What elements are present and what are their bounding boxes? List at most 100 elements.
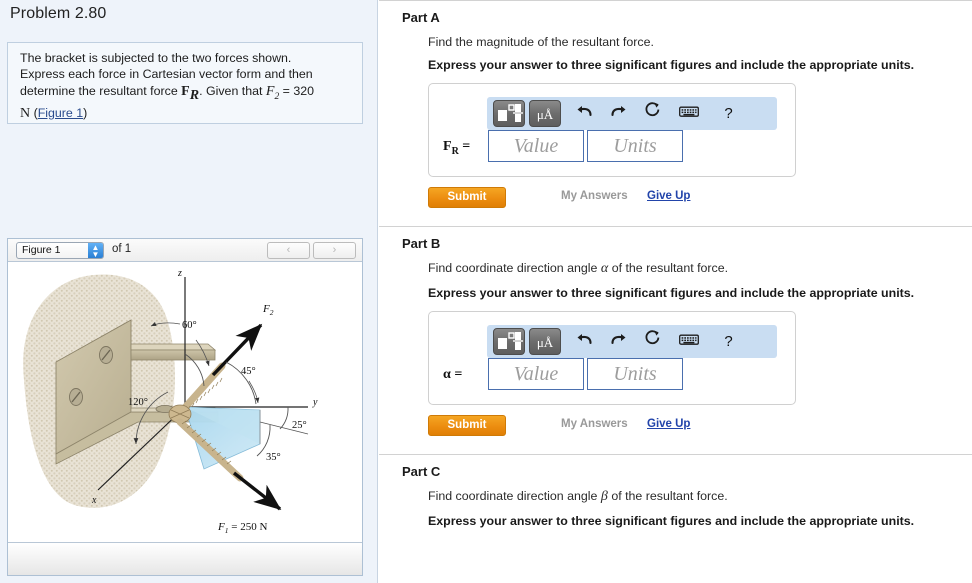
- symbol-F2: F2: [265, 83, 280, 102]
- keyboard-glyph: [678, 106, 699, 117]
- part-b-submit-button[interactable]: Submit: [428, 415, 506, 436]
- reset-icon[interactable]: [639, 100, 666, 127]
- part-b-symbol: α: [443, 367, 451, 382]
- undo-glyph: [577, 106, 592, 117]
- statement-line-2: Express each force in Cartesian vector f…: [20, 67, 313, 82]
- undo-icon[interactable]: [571, 100, 598, 127]
- force-F1-label: F1 = 250 N: [217, 521, 267, 535]
- part-a-value-input[interactable]: Value: [488, 130, 584, 162]
- symbol-FR: FR: [181, 83, 200, 103]
- part-b-heading: Part B: [402, 236, 441, 251]
- redo-icon[interactable]: [605, 328, 632, 355]
- part-b-instruction: Express your answer to three significant…: [428, 286, 915, 300]
- force-F2-label: F2: [262, 303, 274, 317]
- part-a-question: Find the magnitude of the resultant forc…: [379, 25, 972, 49]
- keyboard-icon[interactable]: [675, 328, 702, 355]
- part-a-block: Part A Find the magnitude of the resulta…: [379, 0, 972, 209]
- axis-y-label: y: [312, 397, 318, 408]
- part-a-give-up-link[interactable]: Give Up: [647, 190, 690, 202]
- bracket-force-diagram: z y x F2 F1 = 250 N 60° 45° 120° 25° 35°: [23, 268, 318, 535]
- part-b-my-answers-link[interactable]: My Answers: [561, 418, 628, 430]
- part-a-heading: Part A: [402, 10, 440, 25]
- math-template-icon[interactable]: [493, 328, 525, 355]
- redo-glyph: [611, 106, 626, 117]
- reset-icon[interactable]: [639, 328, 666, 355]
- part-a-answer-card: μÅ ? FR = Value Units: [428, 83, 796, 177]
- part-c-question-symbol: β: [600, 489, 608, 504]
- part-b-block: Part B Find coordinate direction angle α…: [379, 226, 972, 437]
- template-glyph: [498, 104, 523, 122]
- math-template-icon[interactable]: [493, 100, 525, 127]
- screw-icon-upper: [99, 346, 113, 364]
- page-title: Problem 2.80: [10, 5, 107, 22]
- units-icon-label: μÅ: [536, 107, 554, 122]
- part-c-heading: Part C: [402, 464, 441, 479]
- figure-next-button[interactable]: ›: [313, 242, 356, 259]
- part-b-answer-label: α =: [443, 367, 462, 385]
- units-icon[interactable]: μÅ: [529, 100, 561, 127]
- part-c-block: Part C Find coordinate direction angle β…: [379, 454, 972, 528]
- part-c-question-pre: Find coordinate direction angle: [428, 489, 601, 503]
- figure-footer-bar: [8, 542, 362, 575]
- screw-icon-lower: [69, 388, 83, 406]
- part-b-give-up-link[interactable]: Give Up: [647, 418, 690, 430]
- angle-60-label: 60°: [182, 320, 197, 331]
- paren-close: ): [83, 105, 88, 120]
- part-b-value-input[interactable]: Value: [488, 358, 584, 390]
- part-a-submit-button[interactable]: Submit: [428, 187, 506, 208]
- reset-glyph: [645, 102, 660, 117]
- chevron-updown-icon: ▲ ▼: [88, 243, 103, 259]
- figure-count-label: of 1: [112, 243, 132, 255]
- part-b-equals: =: [450, 367, 463, 382]
- angle-120-label: 120°: [128, 397, 148, 408]
- help-icon[interactable]: ?: [715, 328, 742, 355]
- figure-prev-button[interactable]: ‹: [267, 242, 310, 259]
- part-b-question-pre: Find coordinate direction angle: [428, 261, 601, 275]
- figure-1-link[interactable]: Figure 1: [38, 106, 83, 120]
- redo-glyph: [611, 334, 626, 345]
- angle-45-label: 45°: [241, 366, 256, 377]
- keyboard-icon[interactable]: [675, 100, 702, 127]
- part-a-answer-toolbar: μÅ ?: [487, 97, 777, 130]
- figure-toolbar: Figure 1 ▲ ▼ of 1 ‹ ›: [8, 239, 362, 262]
- part-c-question: Find coordinate direction angle β of the…: [379, 479, 972, 505]
- part-b-answer-card: μÅ ? α = Value Units: [428, 311, 796, 405]
- angle-25-label: 25°: [292, 420, 307, 431]
- part-b-answer-toolbar: μÅ ?: [487, 325, 777, 358]
- figure-select[interactable]: Figure 1 ▲ ▼: [16, 242, 104, 259]
- part-c-instruction: Express your answer to three significant…: [428, 514, 915, 528]
- undo-icon[interactable]: [571, 328, 598, 355]
- axis-x-label: x: [91, 495, 97, 506]
- statement-line-1: The bracket is subjected to the two forc…: [20, 51, 292, 65]
- keyboard-glyph: [678, 334, 699, 345]
- axis-z-label: z: [177, 268, 182, 279]
- figure-select-value: Figure 1: [22, 244, 61, 256]
- problem-statement-box: The bracket is subjected to the two forc…: [7, 42, 363, 124]
- part-a-instruction: Express your answer to three significant…: [428, 58, 915, 72]
- units-icon[interactable]: μÅ: [529, 328, 561, 355]
- part-c-question-post: of the resultant force.: [607, 489, 728, 503]
- statement-line-3b: . Given that: [199, 83, 266, 98]
- redo-icon[interactable]: [605, 100, 632, 127]
- part-b-units-input[interactable]: Units: [587, 358, 683, 390]
- figure-viewer: Figure 1 ▲ ▼ of 1 ‹ › z y x F2 F1 = 250 …: [7, 238, 363, 576]
- statement-units-N: N: [20, 105, 31, 121]
- help-icon[interactable]: ?: [715, 100, 742, 127]
- reset-glyph: [645, 330, 660, 345]
- undo-glyph: [577, 334, 592, 345]
- problem-panel: Problem 2.80 The bracket is subjected to…: [0, 0, 378, 583]
- figure-image: z y x F2 F1 = 250 N 60° 45° 120° 25° 35°: [8, 262, 362, 542]
- part-a-answer-label: FR =: [443, 139, 470, 157]
- part-a-units-input[interactable]: Units: [587, 130, 683, 162]
- statement-line-3c: = 320: [279, 83, 314, 98]
- part-a-symbol-sub: R: [451, 145, 459, 157]
- part-a-question-pre: Find the magnitude of the resultant forc…: [428, 35, 654, 49]
- part-a-equals: =: [458, 139, 471, 154]
- part-b-question-post: of the resultant force.: [608, 261, 729, 275]
- part-b-submit-row: Submit My Answers Give Up: [428, 415, 972, 437]
- angle-35-label: 35°: [266, 452, 281, 463]
- part-a-my-answers-link[interactable]: My Answers: [561, 190, 628, 202]
- part-b-question: Find coordinate direction angle α of the…: [379, 251, 972, 277]
- part-a-submit-row: Submit My Answers Give Up: [428, 187, 972, 209]
- template-glyph: [498, 332, 523, 350]
